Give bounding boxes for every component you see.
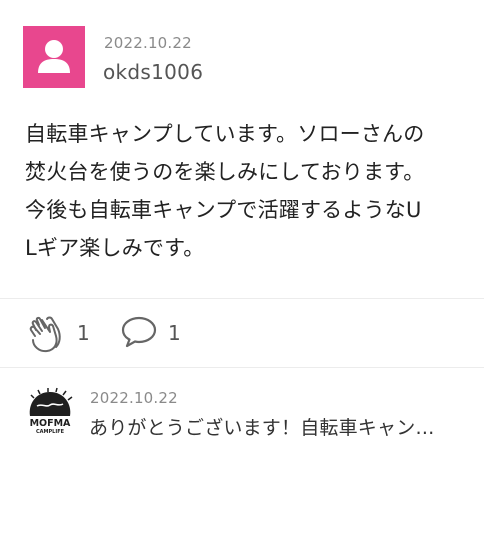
clap-count: 1 (77, 321, 90, 345)
comment-button[interactable]: 1 (121, 314, 196, 354)
reply-date: 2022.10.22 (90, 389, 178, 407)
post-header: 2022.10.22 okds1006 (23, 26, 463, 88)
post-username[interactable]: okds1006 (103, 60, 203, 84)
brand-logo-subtext: CAMPLIFE (36, 429, 65, 435)
divider (0, 298, 484, 299)
comment-count: 1 (168, 321, 181, 345)
brand-logo-text: MOFMA (30, 418, 71, 429)
speech-bubble-icon (121, 316, 157, 348)
user-silhouette-icon (38, 40, 70, 73)
reply-item[interactable]: MOFMA CAMPLIFE 2022.10.22 ありがとうございます！自転車… (24, 386, 464, 446)
post-date: 2022.10.22 (104, 34, 192, 52)
post-body-text: 自転車キャンプしています。ソローさんの 焚火台を使うのを楽しみにしております。 … (25, 122, 425, 260)
clap-button[interactable]: 1 (27, 314, 102, 354)
divider (0, 367, 484, 368)
brand-logo-avatar[interactable]: MOFMA CAMPLIFE (24, 386, 76, 438)
action-bar: 1 1 (27, 314, 327, 354)
reply-text-preview: ありがとうございます！自転車キャン… (89, 417, 435, 439)
comment-card: 2022.10.22 okds1006 自転車キャンプしています。ソローさんの … (0, 0, 484, 553)
clap-hands-icon (29, 316, 61, 353)
user-avatar[interactable] (23, 26, 85, 88)
